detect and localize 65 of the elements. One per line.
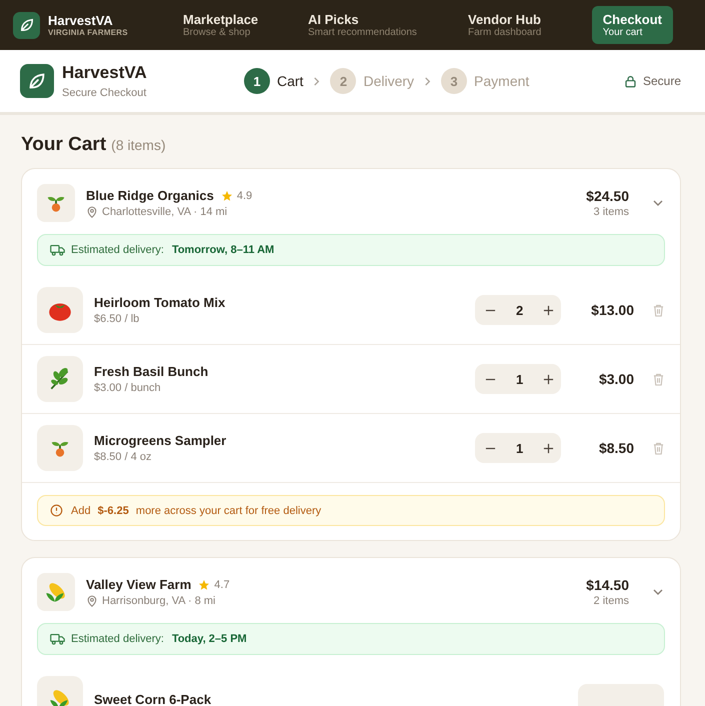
trash-icon <box>653 304 664 316</box>
delivery-time: Today, 2–5 PM <box>172 633 247 645</box>
vendor-name: Blue Ridge Organics <box>86 188 214 203</box>
star-icon <box>198 578 210 590</box>
rating-value: 4.9 <box>236 190 252 202</box>
delivery-label: Estimated delivery: <box>71 633 164 645</box>
quantity-value: 1 <box>516 372 524 386</box>
nav-link[interactable]: Checkout Your cart <box>592 6 673 44</box>
item-count: (8 items) <box>111 137 166 153</box>
star-icon <box>220 190 233 202</box>
truck-icon <box>50 244 65 256</box>
vendor-item-count: 2 items <box>592 595 629 607</box>
line-total: $8.50 <box>598 440 634 456</box>
chevron-right-icon <box>312 76 322 86</box>
vendor-item-count: 3 items <box>592 206 629 218</box>
brand-name: HarvestVA <box>62 63 147 83</box>
product-image <box>37 356 83 402</box>
location-pin-icon <box>86 206 98 218</box>
leaf-logo-icon <box>13 12 40 38</box>
trash-icon <box>653 442 664 454</box>
page-subtitle: Secure Checkout <box>62 87 147 99</box>
cart-title: Your Cart <box>21 134 106 156</box>
lock-icon <box>624 74 637 88</box>
location-pin-icon <box>86 595 98 607</box>
checkout-step: 3 Payment <box>441 68 530 94</box>
unit-price: $6.50 / lb <box>94 313 140 325</box>
plus-icon <box>543 304 554 316</box>
leaf-logo-icon <box>20 64 54 98</box>
plus-icon <box>543 374 554 384</box>
product-name: Microgreens Sampler <box>94 433 228 448</box>
line-total: $3.00 <box>598 371 634 387</box>
trash-icon <box>653 372 664 386</box>
alert-icon <box>50 504 63 517</box>
vendor-location: Harrisonburg, VA · 8 mi <box>102 595 216 607</box>
farm-avatar <box>37 573 75 611</box>
product-name: Heirloom Tomato Mix <box>94 295 226 310</box>
notice-text: Add $-6.25 more across your cart for free delivery <box>71 504 322 516</box>
quantity-value: 1 <box>516 440 524 456</box>
vendor-subtotal: $14.50 <box>586 577 629 593</box>
nav-link[interactable]: Marketplace Browse & shop <box>183 6 308 44</box>
product-name: Sweet Corn 6-Pack <box>94 692 212 706</box>
vendor-location: Charlottesville, VA · 14 mi <box>102 206 228 218</box>
truck-icon <box>50 633 65 645</box>
delivery-time: Tomorrow, 8–11 AM <box>172 244 274 256</box>
unit-price: $3.00 / bunch <box>94 382 162 394</box>
line-total: $13.00 <box>590 302 634 318</box>
quantity-value: 2 <box>516 302 524 318</box>
farm-avatar <box>37 184 75 222</box>
plus-icon <box>543 442 554 454</box>
checkout-step: 1 Cart <box>244 68 304 94</box>
delivery-label: Estimated delivery: <box>71 244 164 256</box>
vendor-subtotal: $24.50 <box>586 188 629 204</box>
product-image <box>37 425 83 471</box>
chevron-right-icon <box>423 76 432 86</box>
nav-link[interactable]: Vendor Hub Farm dashboard <box>468 6 568 44</box>
rating-value: 4.7 <box>214 578 230 590</box>
brand-name: HarvestVA <box>48 13 114 28</box>
brand-tagline: VIRGINIA FARMERS <box>48 28 128 37</box>
product-name: Fresh Basil Bunch <box>94 364 210 379</box>
secure-label: Secure <box>642 74 681 88</box>
nav-link[interactable]: AI Picks Smart recommendations <box>308 6 468 44</box>
product-image <box>37 287 83 333</box>
vendor-name: Valley View Farm <box>86 577 192 592</box>
checkout-step: 2 Delivery <box>330 68 414 94</box>
unit-price: $8.50 / 4 oz <box>94 451 152 463</box>
